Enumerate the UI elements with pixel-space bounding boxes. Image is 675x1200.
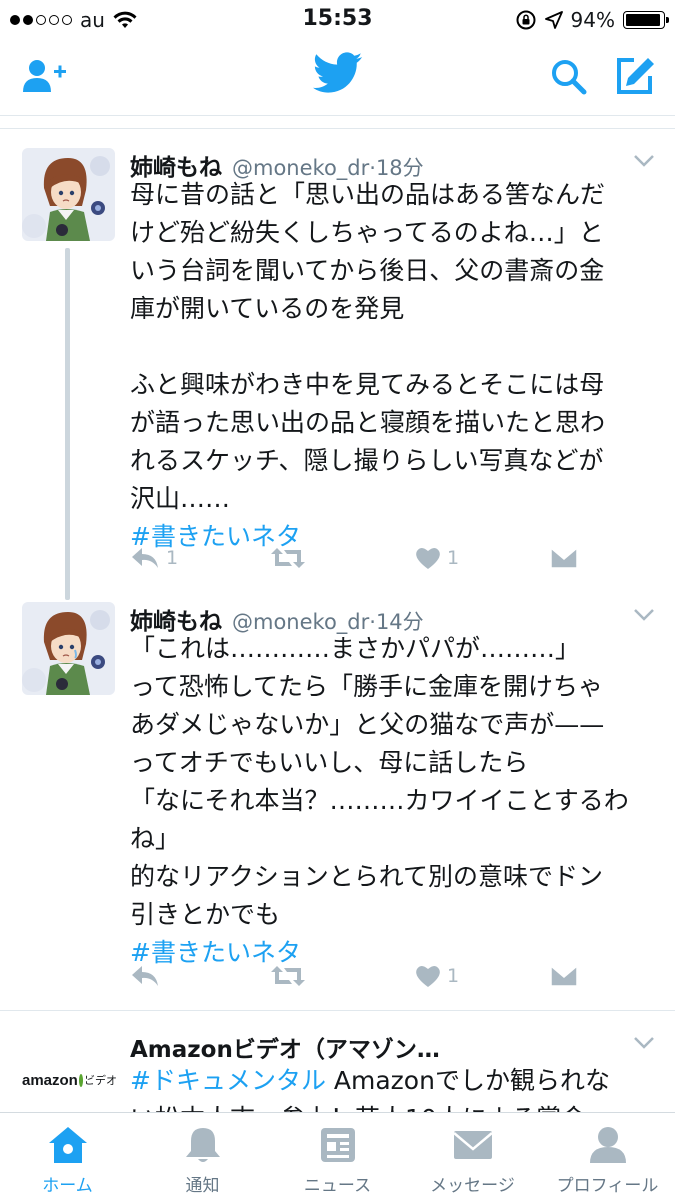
battery-percent: 94% — [570, 8, 615, 32]
tweet-line: い松本人志、参上！芸人10人による賞金 — [130, 1100, 660, 1112]
add-user-icon[interactable] — [22, 58, 68, 94]
like-button[interactable]: 1 — [415, 546, 459, 570]
retweet-button[interactable] — [270, 546, 306, 570]
chevron-down-icon[interactable] — [633, 608, 655, 622]
tweet-line: れるスケッチ、隠し撮りらしい写真などが — [130, 446, 604, 475]
tab-label: メッセージ — [430, 1176, 515, 1196]
reply-icon — [132, 548, 158, 568]
avatar-illustration — [22, 602, 115, 695]
direct-message-button[interactable] — [550, 546, 578, 570]
tweet-line: 母に昔の話と「思い出の品はある筈なんだ — [130, 180, 606, 209]
amazon-logo-suffix: ビデオ — [84, 1075, 117, 1087]
tweet-line: 引きとかでも — [130, 900, 281, 929]
tab-home[interactable]: ホーム — [0, 1113, 135, 1200]
tweet-line: って恐怖してたら「勝手に金庫を開けちゃ — [130, 672, 604, 701]
tweet-header: 姉崎もね @moneko_dr ·18分 — [130, 148, 424, 181]
promoted-tweet[interactable]: amazon ビデオ Amazonビデオ（アマゾン… #ドキュメンタル Amaz… — [0, 1030, 675, 1112]
location-arrow-icon — [544, 11, 563, 29]
compose-icon[interactable] — [614, 56, 656, 96]
envelope-icon — [550, 965, 578, 987]
tweet-actions: 1 1 — [130, 546, 650, 576]
tweet-text: 「これは…………まさかパパが………」 って恐怖してたら「勝手に金庫を開けちゃ あ… — [130, 630, 660, 972]
retweet-icon — [271, 548, 305, 568]
reply-button[interactable]: 1 — [130, 546, 178, 570]
tab-profile[interactable]: プロフィール — [540, 1113, 675, 1200]
tweet-line: ね」 — [130, 824, 181, 853]
twitter-bird-icon[interactable] — [313, 52, 363, 94]
reply-button[interactable] — [130, 964, 166, 988]
tweet-actions: 1 — [130, 964, 650, 994]
envelope-icon — [550, 547, 578, 569]
play-icon — [78, 1073, 89, 1087]
tweet-line: 的なリアクションとられて別の意味でドン — [130, 862, 604, 891]
tab-notifications[interactable]: 通知 — [135, 1113, 270, 1200]
thread-connector — [65, 248, 70, 600]
person-icon — [589, 1127, 626, 1163]
heart-icon — [416, 966, 440, 987]
chevron-down-icon[interactable] — [633, 1036, 655, 1050]
tweet-text: #ドキュメンタル Amazonでしか観られな い松本人志、参上！芸人10人による… — [130, 1062, 660, 1112]
status-right: 94% — [515, 8, 669, 32]
tweet-line: あダメじゃないか」と父の猫なで声が—— — [130, 710, 605, 739]
top-navigation — [0, 38, 675, 116]
amazon-video-logo[interactable]: amazon ビデオ — [22, 1070, 117, 1090]
tweet-line: ってオチでもいいし、母に話したら — [130, 748, 529, 777]
reply-icon — [132, 966, 158, 986]
tab-label: ホーム — [42, 1176, 93, 1196]
amazon-logo-text: amazon — [22, 1071, 78, 1089]
retweet-icon — [271, 966, 305, 986]
tweet-line: いう台詞を聞いてから後日、父の書斎の金 — [130, 256, 605, 285]
heart-icon — [416, 548, 440, 569]
tweet-text: 母に昔の話と「思い出の品はある筈なんだ けど殆ど紛失くしちゃってるのよね…」と … — [130, 176, 660, 556]
tweet-header: 姉崎もね @moneko_dr ·14分 — [130, 602, 424, 635]
avatar[interactable] — [22, 148, 115, 241]
timeline-gap — [0, 117, 675, 129]
chevron-down-icon[interactable] — [633, 154, 655, 168]
like-button[interactable]: 1 — [415, 964, 459, 988]
display-name[interactable]: Amazonビデオ（アマゾン… — [130, 1030, 440, 1064]
tab-label: 通知 — [185, 1176, 220, 1196]
bell-icon — [185, 1128, 220, 1162]
battery-fill — [626, 14, 660, 26]
tweet-line — [130, 328, 660, 366]
like-count: 1 — [447, 547, 460, 569]
tab-news[interactable]: ニュース — [270, 1113, 405, 1200]
status-bar: au 15:53 94% — [0, 0, 675, 38]
tab-label: ニュース — [303, 1176, 372, 1196]
tweet-line: ふと興味がわき中を見てみるとそこには母 — [130, 370, 605, 399]
tweet-line: 「なにそれ本当？………カワイイことするわ — [130, 786, 629, 815]
tweet-line: 庫が開いているのを発見 — [130, 294, 405, 323]
tweet-line: 「これは…………まさかパパが………」 — [130, 634, 581, 663]
tweet-line: Amazonでしか観られな — [325, 1066, 610, 1095]
bottom-tab-bar: ホーム 通知 ニュース メッセージ プロフィール — [0, 1112, 675, 1200]
tweet-divider — [0, 1010, 675, 1011]
like-count: 1 — [447, 965, 460, 987]
avatar[interactable] — [22, 602, 115, 695]
tab-messages[interactable]: メッセージ — [405, 1113, 540, 1200]
tab-label: プロフィール — [556, 1176, 659, 1196]
search-icon[interactable] — [550, 58, 588, 96]
direct-message-button[interactable] — [550, 964, 578, 988]
battery-icon — [623, 11, 669, 29]
retweet-button[interactable] — [270, 964, 306, 988]
tweet-header: Amazonビデオ（アマゾン… — [130, 1030, 440, 1063]
tweet-line: が語った思い出の品と寝顔を描いたと思わ — [130, 408, 606, 437]
hashtag-link[interactable]: #ドキュメンタル — [130, 1066, 326, 1095]
reply-count: 1 — [166, 547, 179, 569]
home-icon — [48, 1127, 87, 1163]
envelope-icon — [452, 1131, 493, 1159]
rotation-lock-icon — [516, 10, 536, 30]
tweet-line: けど殆ど紛失くしちゃってるのよね…」と — [130, 218, 604, 247]
news-icon — [320, 1128, 355, 1162]
tweet-line: 沢山…… — [130, 484, 231, 513]
avatar-illustration — [22, 148, 115, 241]
